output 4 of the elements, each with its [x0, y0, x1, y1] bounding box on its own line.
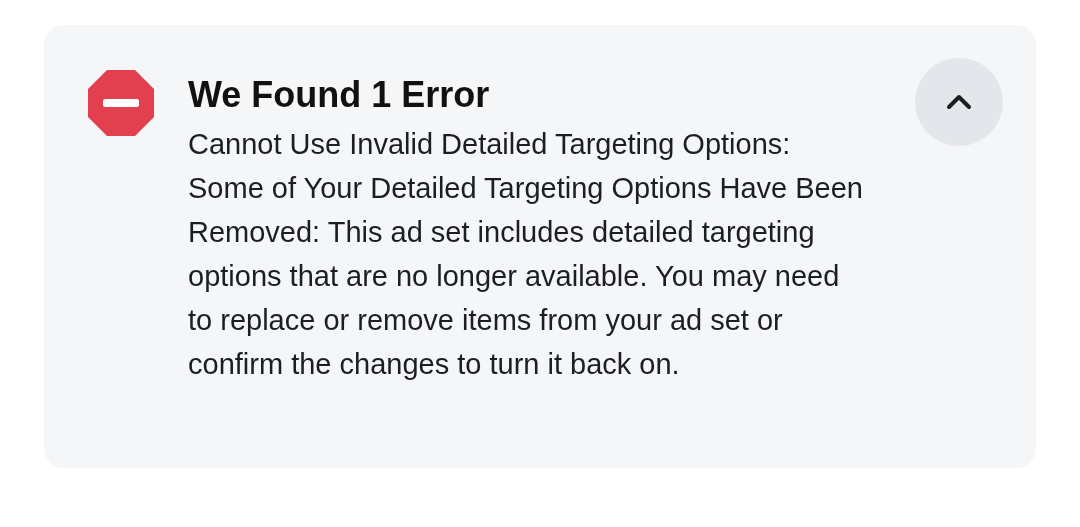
alert-message: Cannot Use Invalid Detailed Targeting Options: Some of Your Detailed Targeting Options Have Been Removed: This ad set includes detailed targeting options that are no longer available. You may need to replace or remove items from your ad set or confirm the changes to turn it back on.: [188, 127, 864, 382]
stop-sign-icon: [88, 70, 154, 136]
alert-title: We Found 1 Error: [188, 73, 491, 117]
chevron-up-icon: [946, 94, 972, 110]
